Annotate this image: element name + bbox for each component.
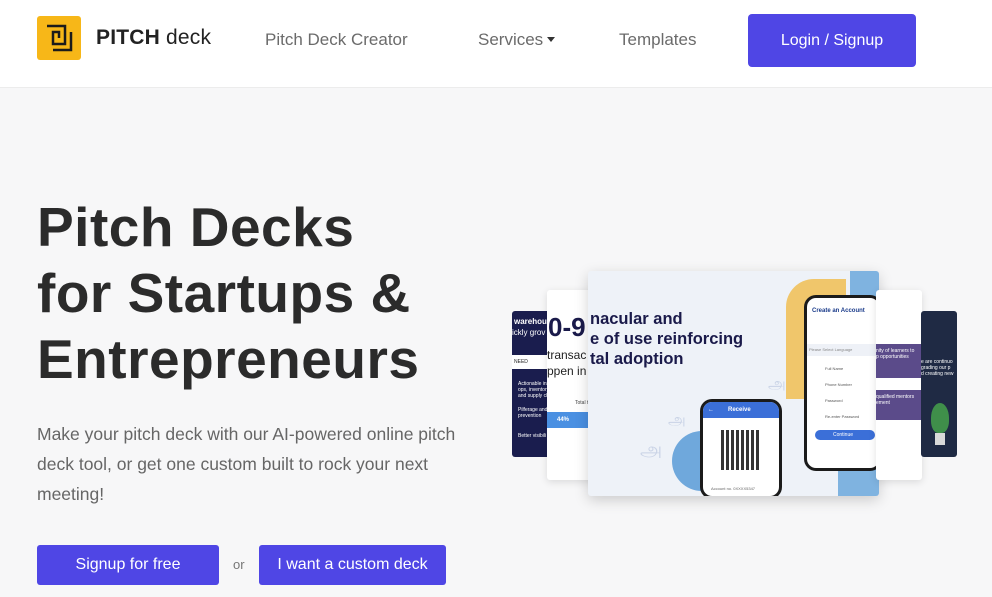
logo[interactable]: PITCH deck [37,16,211,60]
phone-mockup-create-account: Create an Account Please Select Language… [804,295,879,471]
phone-mockup-receive: ← Receive Account no. 0XXXX5347 [700,399,782,496]
hero-title: Pitch Decks for Startups & Entrepreneurs [37,194,497,392]
phone-account: Account no. 0XXXX5347 [711,486,756,491]
site-header: PITCH deck Pitch Deck Creator Services T… [0,0,992,88]
logo-wordmark: PITCH deck [96,26,212,49]
slide-glyph: அ [668,412,686,429]
slide-preview-adoption: nacular and e of use reinforcing tal ado… [588,271,879,496]
slide-text: p opportunities [876,354,909,360]
slide-text: NEED [514,359,528,365]
slide-text: d creating new [921,371,954,377]
phone-title: Create an Account [812,308,865,314]
login-signup-button[interactable]: Login / Signup [748,14,916,67]
phone-continue: Continue [833,432,854,438]
qr-code-icon [721,430,761,470]
slide-glyph: அ [768,376,786,393]
slide-percent: 44% [557,417,570,423]
slide-text: ppen in [547,364,587,378]
nav-pitch-deck-creator[interactable]: Pitch Deck Creator [265,30,408,50]
slide-preview-upgrades: e are continuo grading our p d creating … [921,311,957,457]
hero-title-line-1: Pitch Decks [37,196,355,258]
phone-field: Please Select Language [809,347,853,352]
phone-field: Re-enter Password [825,414,860,419]
hero-subtitle: Make your pitch deck with our AI-powered… [37,424,456,504]
nav-templates[interactable]: Templates [619,30,696,50]
slide-text: warehou [514,317,547,326]
custom-deck-button[interactable]: I want a custom deck [259,545,446,585]
phone-field: Full Name [825,366,844,371]
back-arrow-icon: ← [708,407,714,413]
slide-text: ickly grov [512,328,546,337]
slide-glyph: அ [640,439,663,461]
nav-services[interactable]: Services [478,30,556,50]
phone-field: Phone Number [825,382,852,387]
slide-text: transac [547,348,587,362]
phone-title: Receive [728,407,751,413]
slide-big-number: 0-9 [548,312,586,342]
or-separator: or [233,557,245,572]
slide-preview-mentors: nity of learners to p opportunities qual… [876,290,922,480]
logo-mark-icon [37,16,81,60]
plant-icon [929,403,951,449]
hero-title-line-2: for Startups & [37,262,411,324]
slide-text: and supply ch [518,393,549,399]
caret-down-icon [547,37,556,43]
slide-text: Better visibili [518,433,547,439]
signup-free-button[interactable]: Signup for free [37,545,219,585]
hero-title-line-3: Entrepreneurs [37,328,420,390]
slide-headline: nacular and e of use reinforcing tal ado… [590,310,744,368]
slide-text: prevention [518,413,542,419]
slide-text: ement [876,400,890,406]
phone-field: Password [825,398,843,403]
nav-services-label: Services [478,30,544,49]
slide-text: Total t [575,400,589,406]
